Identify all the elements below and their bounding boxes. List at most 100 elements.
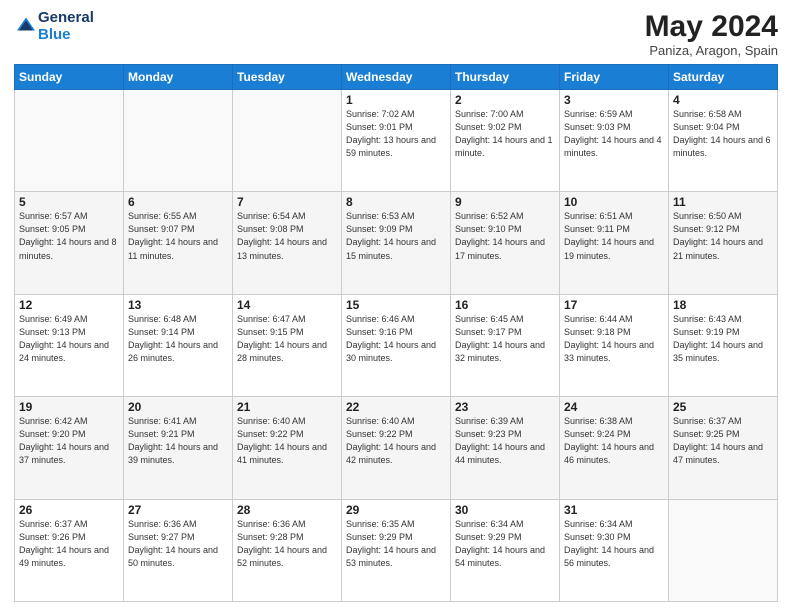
- day-info: Sunrise: 6:58 AMSunset: 9:04 PMDaylight:…: [673, 108, 773, 160]
- day-info: Sunrise: 6:37 AMSunset: 9:25 PMDaylight:…: [673, 415, 773, 467]
- calendar-col-tuesday: Tuesday: [233, 65, 342, 90]
- calendar-cell: 18Sunrise: 6:43 AMSunset: 9:19 PMDayligh…: [669, 294, 778, 396]
- day-info: Sunrise: 6:45 AMSunset: 9:17 PMDaylight:…: [455, 313, 555, 365]
- day-number: 7: [237, 195, 337, 209]
- calendar-col-wednesday: Wednesday: [342, 65, 451, 90]
- calendar-week-row: 1Sunrise: 7:02 AMSunset: 9:01 PMDaylight…: [15, 90, 778, 192]
- day-info: Sunrise: 7:02 AMSunset: 9:01 PMDaylight:…: [346, 108, 446, 160]
- day-number: 11: [673, 195, 773, 209]
- day-info: Sunrise: 7:00 AMSunset: 9:02 PMDaylight:…: [455, 108, 555, 160]
- calendar-cell: 14Sunrise: 6:47 AMSunset: 9:15 PMDayligh…: [233, 294, 342, 396]
- calendar-cell: 30Sunrise: 6:34 AMSunset: 9:29 PMDayligh…: [451, 499, 560, 601]
- day-info: Sunrise: 6:50 AMSunset: 9:12 PMDaylight:…: [673, 210, 773, 262]
- calendar-cell: 11Sunrise: 6:50 AMSunset: 9:12 PMDayligh…: [669, 192, 778, 294]
- day-info: Sunrise: 6:47 AMSunset: 9:15 PMDaylight:…: [237, 313, 337, 365]
- day-info: Sunrise: 6:59 AMSunset: 9:03 PMDaylight:…: [564, 108, 664, 160]
- calendar-col-monday: Monday: [124, 65, 233, 90]
- calendar-cell: 20Sunrise: 6:41 AMSunset: 9:21 PMDayligh…: [124, 397, 233, 499]
- day-number: 1: [346, 93, 446, 107]
- calendar-week-row: 5Sunrise: 6:57 AMSunset: 9:05 PMDaylight…: [15, 192, 778, 294]
- calendar-cell: 19Sunrise: 6:42 AMSunset: 9:20 PMDayligh…: [15, 397, 124, 499]
- day-info: Sunrise: 6:57 AMSunset: 9:05 PMDaylight:…: [19, 210, 119, 262]
- day-info: Sunrise: 6:54 AMSunset: 9:08 PMDaylight:…: [237, 210, 337, 262]
- day-number: 25: [673, 400, 773, 414]
- day-info: Sunrise: 6:55 AMSunset: 9:07 PMDaylight:…: [128, 210, 228, 262]
- day-info: Sunrise: 6:35 AMSunset: 9:29 PMDaylight:…: [346, 518, 446, 570]
- day-number: 12: [19, 298, 119, 312]
- day-number: 8: [346, 195, 446, 209]
- calendar-cell: 22Sunrise: 6:40 AMSunset: 9:22 PMDayligh…: [342, 397, 451, 499]
- calendar-cell: 12Sunrise: 6:49 AMSunset: 9:13 PMDayligh…: [15, 294, 124, 396]
- calendar-cell: 23Sunrise: 6:39 AMSunset: 9:23 PMDayligh…: [451, 397, 560, 499]
- day-number: 27: [128, 503, 228, 517]
- day-info: Sunrise: 6:36 AMSunset: 9:28 PMDaylight:…: [237, 518, 337, 570]
- day-number: 26: [19, 503, 119, 517]
- day-info: Sunrise: 6:48 AMSunset: 9:14 PMDaylight:…: [128, 313, 228, 365]
- day-number: 31: [564, 503, 664, 517]
- subtitle: Paniza, Aragon, Spain: [645, 43, 778, 58]
- day-number: 10: [564, 195, 664, 209]
- day-number: 19: [19, 400, 119, 414]
- day-number: 24: [564, 400, 664, 414]
- logo: GeneralBlue: [14, 10, 94, 43]
- day-number: 21: [237, 400, 337, 414]
- day-number: 14: [237, 298, 337, 312]
- day-info: Sunrise: 6:41 AMSunset: 9:21 PMDaylight:…: [128, 415, 228, 467]
- calendar-cell: [233, 90, 342, 192]
- day-number: 22: [346, 400, 446, 414]
- day-number: 9: [455, 195, 555, 209]
- day-number: 2: [455, 93, 555, 107]
- calendar-col-saturday: Saturday: [669, 65, 778, 90]
- calendar-cell: 13Sunrise: 6:48 AMSunset: 9:14 PMDayligh…: [124, 294, 233, 396]
- day-info: Sunrise: 6:46 AMSunset: 9:16 PMDaylight:…: [346, 313, 446, 365]
- day-number: 29: [346, 503, 446, 517]
- day-number: 23: [455, 400, 555, 414]
- page: GeneralBlue May 2024 Paniza, Aragon, Spa…: [0, 0, 792, 612]
- calendar-cell: 27Sunrise: 6:36 AMSunset: 9:27 PMDayligh…: [124, 499, 233, 601]
- day-number: 17: [564, 298, 664, 312]
- calendar-cell: 9Sunrise: 6:52 AMSunset: 9:10 PMDaylight…: [451, 192, 560, 294]
- calendar-cell: [124, 90, 233, 192]
- logo-text: GeneralBlue: [38, 10, 94, 43]
- calendar-col-thursday: Thursday: [451, 65, 560, 90]
- day-info: Sunrise: 6:40 AMSunset: 9:22 PMDaylight:…: [237, 415, 337, 467]
- title-block: May 2024 Paniza, Aragon, Spain: [645, 10, 778, 58]
- calendar-cell: [15, 90, 124, 192]
- calendar-cell: 8Sunrise: 6:53 AMSunset: 9:09 PMDaylight…: [342, 192, 451, 294]
- day-number: 16: [455, 298, 555, 312]
- day-number: 20: [128, 400, 228, 414]
- day-number: 13: [128, 298, 228, 312]
- calendar-cell: 10Sunrise: 6:51 AMSunset: 9:11 PMDayligh…: [560, 192, 669, 294]
- calendar-week-row: 19Sunrise: 6:42 AMSunset: 9:20 PMDayligh…: [15, 397, 778, 499]
- day-info: Sunrise: 6:39 AMSunset: 9:23 PMDaylight:…: [455, 415, 555, 467]
- day-info: Sunrise: 6:51 AMSunset: 9:11 PMDaylight:…: [564, 210, 664, 262]
- calendar-cell: 29Sunrise: 6:35 AMSunset: 9:29 PMDayligh…: [342, 499, 451, 601]
- header: GeneralBlue May 2024 Paniza, Aragon, Spa…: [14, 10, 778, 58]
- calendar-cell: 1Sunrise: 7:02 AMSunset: 9:01 PMDaylight…: [342, 90, 451, 192]
- calendar-cell: 7Sunrise: 6:54 AMSunset: 9:08 PMDaylight…: [233, 192, 342, 294]
- calendar-cell: [669, 499, 778, 601]
- day-info: Sunrise: 6:44 AMSunset: 9:18 PMDaylight:…: [564, 313, 664, 365]
- day-info: Sunrise: 6:49 AMSunset: 9:13 PMDaylight:…: [19, 313, 119, 365]
- calendar-cell: 15Sunrise: 6:46 AMSunset: 9:16 PMDayligh…: [342, 294, 451, 396]
- day-info: Sunrise: 6:42 AMSunset: 9:20 PMDaylight:…: [19, 415, 119, 467]
- day-info: Sunrise: 6:36 AMSunset: 9:27 PMDaylight:…: [128, 518, 228, 570]
- calendar-cell: 6Sunrise: 6:55 AMSunset: 9:07 PMDaylight…: [124, 192, 233, 294]
- day-number: 5: [19, 195, 119, 209]
- calendar-week-row: 26Sunrise: 6:37 AMSunset: 9:26 PMDayligh…: [15, 499, 778, 601]
- calendar-table: SundayMondayTuesdayWednesdayThursdayFrid…: [14, 64, 778, 602]
- day-info: Sunrise: 6:38 AMSunset: 9:24 PMDaylight:…: [564, 415, 664, 467]
- main-title: May 2024: [645, 10, 778, 43]
- calendar-cell: 28Sunrise: 6:36 AMSunset: 9:28 PMDayligh…: [233, 499, 342, 601]
- day-info: Sunrise: 6:34 AMSunset: 9:29 PMDaylight:…: [455, 518, 555, 570]
- day-info: Sunrise: 6:34 AMSunset: 9:30 PMDaylight:…: [564, 518, 664, 570]
- day-info: Sunrise: 6:40 AMSunset: 9:22 PMDaylight:…: [346, 415, 446, 467]
- day-number: 28: [237, 503, 337, 517]
- calendar-week-row: 12Sunrise: 6:49 AMSunset: 9:13 PMDayligh…: [15, 294, 778, 396]
- day-info: Sunrise: 6:53 AMSunset: 9:09 PMDaylight:…: [346, 210, 446, 262]
- calendar-header-row: SundayMondayTuesdayWednesdayThursdayFrid…: [15, 65, 778, 90]
- calendar-cell: 2Sunrise: 7:00 AMSunset: 9:02 PMDaylight…: [451, 90, 560, 192]
- day-number: 30: [455, 503, 555, 517]
- calendar-cell: 21Sunrise: 6:40 AMSunset: 9:22 PMDayligh…: [233, 397, 342, 499]
- calendar-cell: 4Sunrise: 6:58 AMSunset: 9:04 PMDaylight…: [669, 90, 778, 192]
